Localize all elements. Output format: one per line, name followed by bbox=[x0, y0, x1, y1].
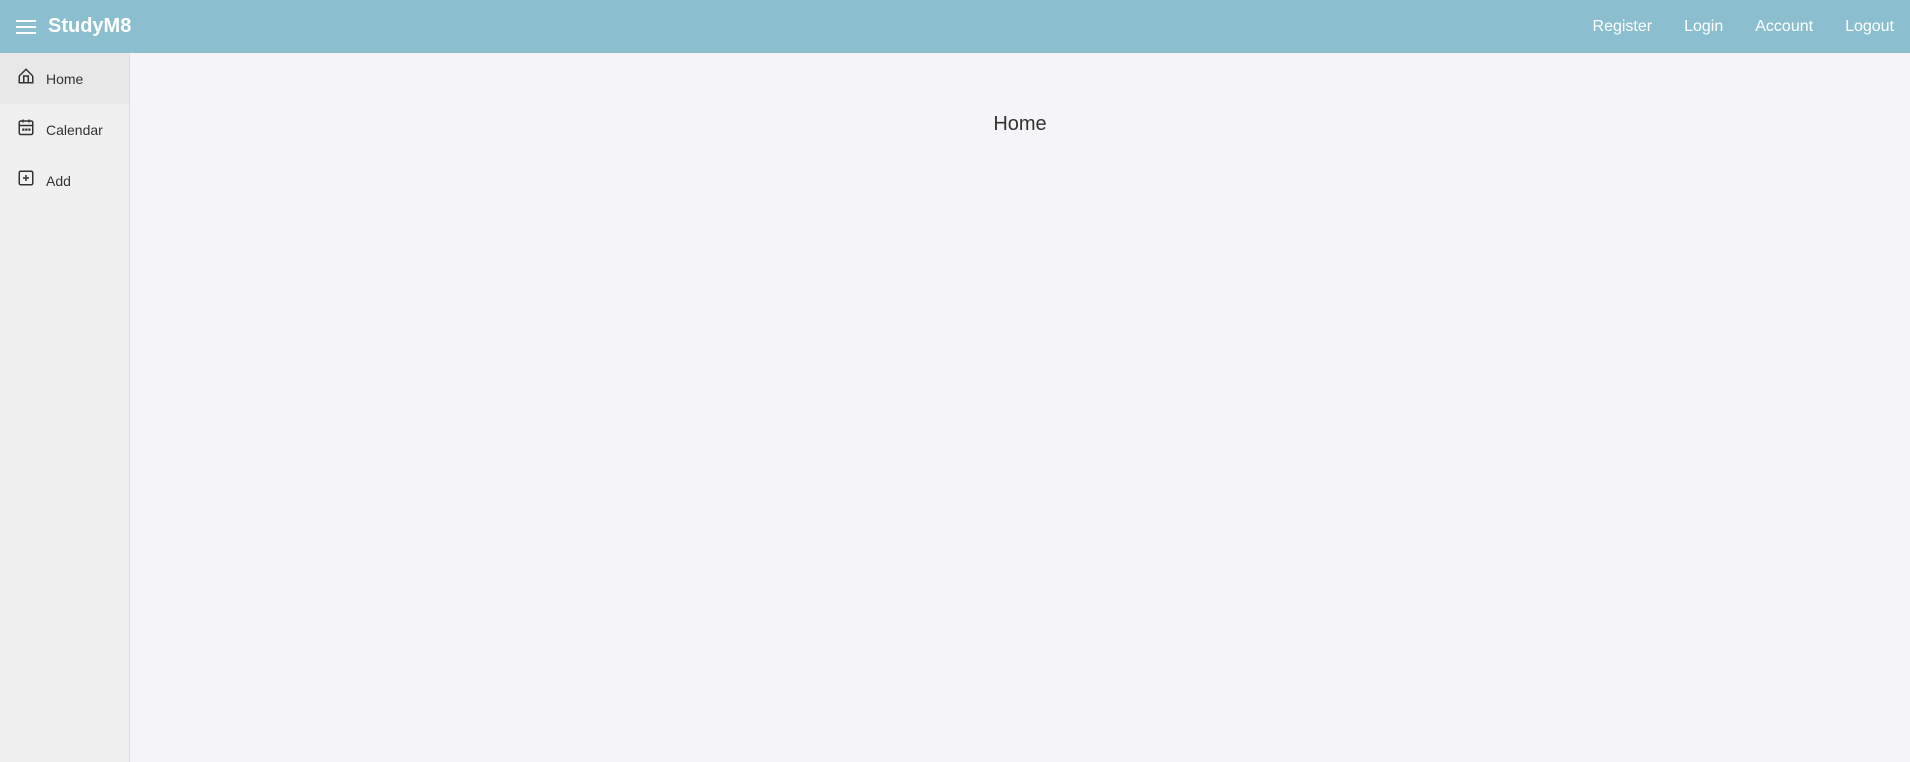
menu-icon[interactable] bbox=[16, 20, 36, 34]
main-content: Home bbox=[130, 53, 1910, 762]
navbar: StudyM8 Register Login Account Logout bbox=[0, 0, 1910, 53]
account-link[interactable]: Account bbox=[1755, 18, 1813, 36]
add-icon bbox=[16, 169, 36, 192]
sidebar: Home Calendar bbox=[0, 53, 130, 762]
sidebar-item-add-label: Add bbox=[46, 173, 71, 189]
page-title: Home bbox=[993, 113, 1046, 136]
sidebar-item-home[interactable]: Home bbox=[0, 53, 129, 104]
home-icon bbox=[16, 67, 36, 90]
calendar-icon bbox=[16, 118, 36, 141]
navbar-links: Register Login Account Logout bbox=[1593, 18, 1894, 36]
main-layout: Home Calendar bbox=[0, 53, 1910, 762]
logout-link[interactable]: Logout bbox=[1845, 18, 1894, 36]
sidebar-item-add[interactable]: Add bbox=[0, 155, 129, 206]
sidebar-item-calendar[interactable]: Calendar bbox=[0, 104, 129, 155]
register-link[interactable]: Register bbox=[1593, 18, 1653, 36]
login-link[interactable]: Login bbox=[1684, 18, 1723, 36]
sidebar-item-calendar-label: Calendar bbox=[46, 122, 103, 138]
app-brand: StudyM8 bbox=[48, 15, 1593, 38]
sidebar-item-home-label: Home bbox=[46, 71, 83, 87]
